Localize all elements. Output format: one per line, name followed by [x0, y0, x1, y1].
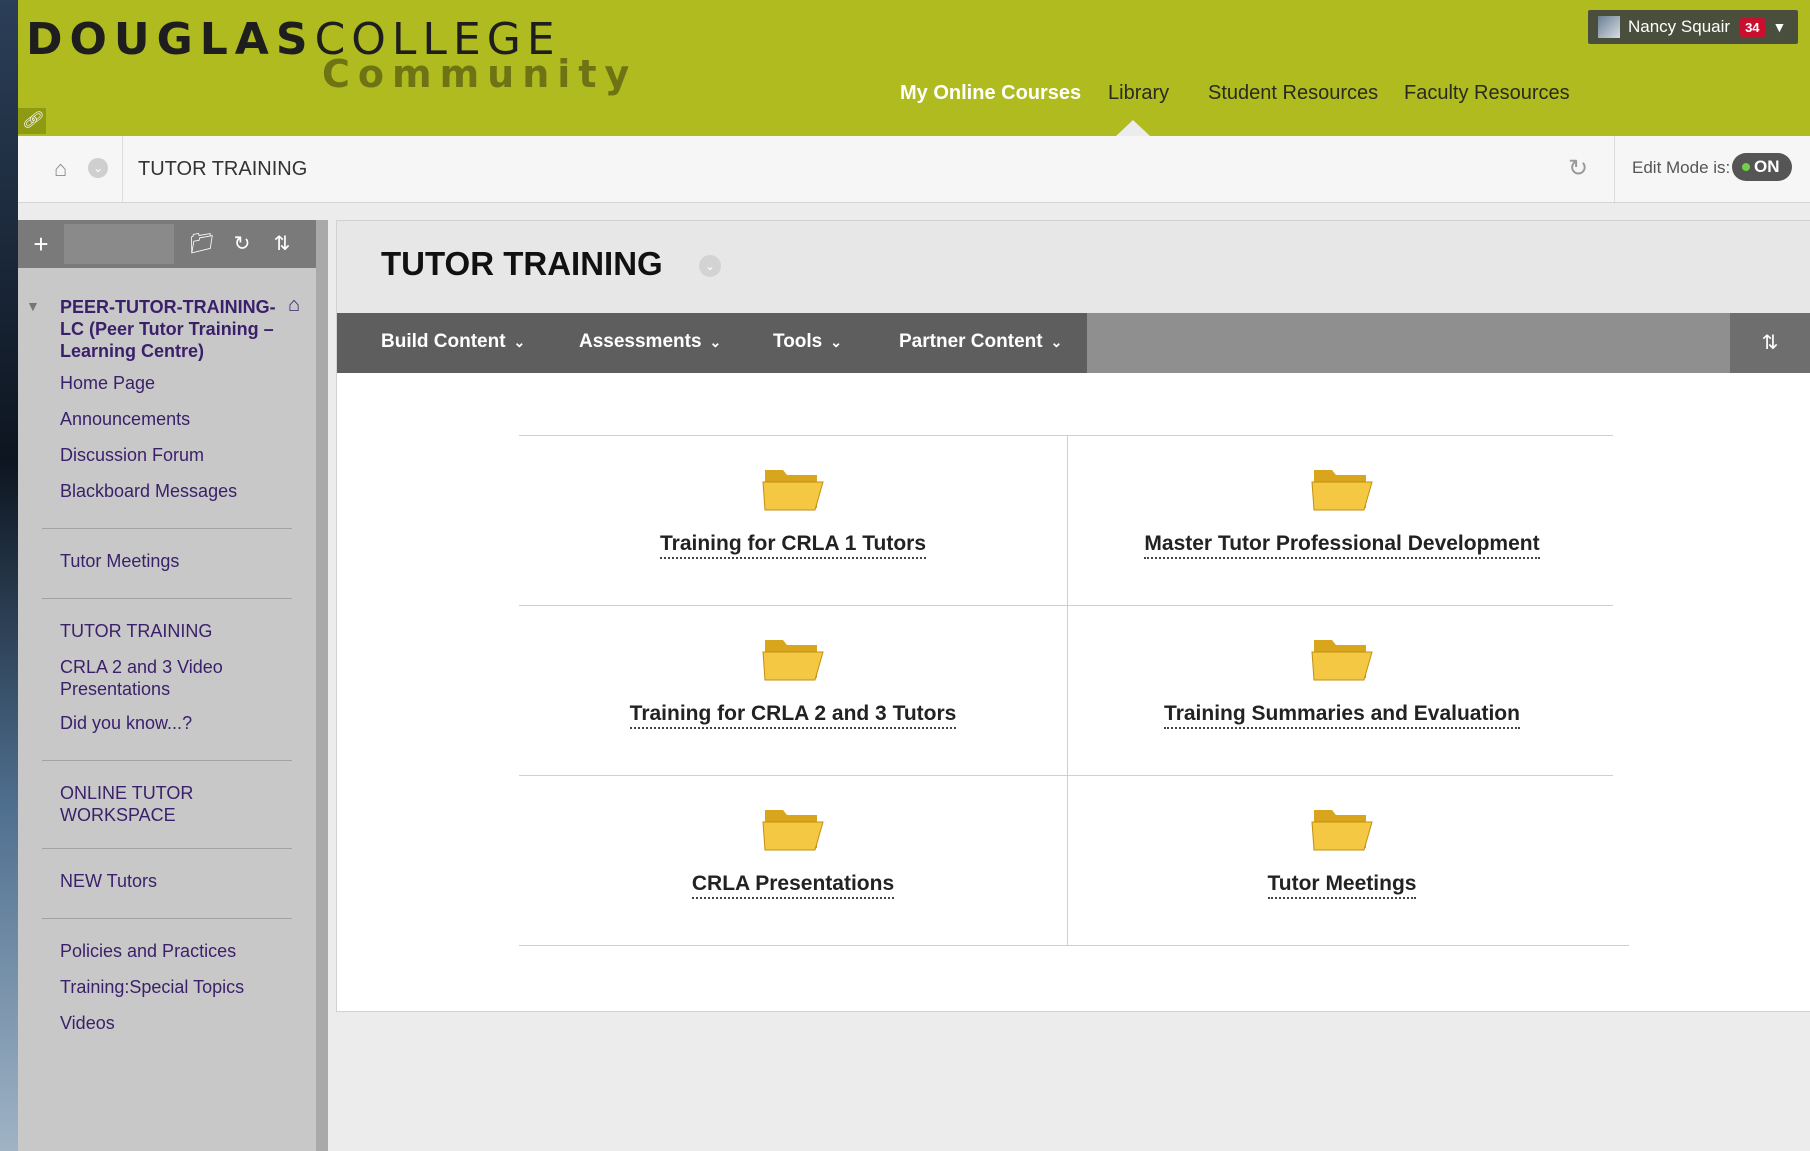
- user-name: Nancy Squair: [1628, 17, 1731, 36]
- build-content-label: Build Content: [381, 331, 506, 352]
- chevron-down-icon[interactable]: ⌄: [88, 158, 108, 178]
- breadcrumb-title[interactable]: TUTOR TRAINING: [138, 158, 307, 181]
- edit-mode-toggle[interactable]: ON: [1732, 153, 1792, 181]
- partner-content-label: Partner Content: [899, 331, 1043, 352]
- folder-link[interactable]: CRLA Presentations: [519, 872, 1067, 899]
- content-area: TUTOR TRAINING ⌄ Build Content ⌄ Assessme…: [336, 220, 1810, 1012]
- course-menu: + 📁︎ ↻ ⇅ ▼ PEER-TUTOR-TRAINING-LC (Peer …: [18, 220, 316, 1151]
- folder-icon: [762, 470, 824, 511]
- toolbar-spacer: [64, 224, 174, 264]
- course-menu-toolbar: + 📁︎ ↻ ⇅: [18, 220, 316, 268]
- sidebar-item-tutor-training[interactable]: TUTOR TRAINING: [60, 620, 290, 642]
- sidebar-divider: [42, 848, 292, 849]
- folder-link-text[interactable]: Training Summaries and Evaluation: [1164, 702, 1520, 729]
- folder-link-text[interactable]: Training for CRLA 2 and 3 Tutors: [629, 702, 957, 729]
- top-navigation: My Online Courses Library Student Resour…: [18, 82, 1810, 112]
- course-title[interactable]: PEER-TUTOR-TRAINING-LC (Peer Tutor Train…: [60, 296, 280, 362]
- sidebar-scrollbar[interactable]: [316, 220, 328, 1151]
- notification-badge[interactable]: 34: [1740, 17, 1765, 37]
- caret-down-icon[interactable]: ▼: [1773, 19, 1787, 35]
- reorder-icon[interactable]: ⇅: [266, 228, 298, 260]
- folder-item[interactable]: CRLA Presentations: [519, 776, 1067, 944]
- folder-link[interactable]: Training for CRLA 1 Tutors: [519, 532, 1067, 559]
- folder-icon: [1311, 470, 1373, 511]
- edit-mode-label: Edit Mode is:: [1632, 158, 1731, 177]
- sidebar-item-crla-video-presentations[interactable]: CRLA 2 and 3 Video Presentations: [60, 656, 290, 700]
- action-bar-menus: Build Content ⌄ Assessments ⌄ Tools ⌄ Partn…: [337, 313, 1087, 373]
- chevron-down-icon[interactable]: ⌄: [699, 255, 721, 277]
- grid-line: [519, 945, 1629, 946]
- sidebar-item-videos[interactable]: Videos: [60, 1012, 290, 1034]
- collapse-caret-icon[interactable]: ▼: [26, 298, 40, 314]
- folder-icon: [1311, 640, 1373, 681]
- build-content-menu[interactable]: Build Content ⌄: [381, 331, 525, 353]
- course-home-icon[interactable]: ⌂: [288, 294, 300, 317]
- page-title: TUTOR TRAINING: [381, 245, 663, 282]
- refresh-icon[interactable]: ↻: [226, 228, 258, 260]
- folder-link-text[interactable]: Training for CRLA 1 Tutors: [660, 532, 926, 559]
- folder-icon: [762, 810, 824, 851]
- chevron-down-icon: ⌄: [1050, 334, 1063, 350]
- folder-link[interactable]: Training Summaries and Evaluation: [1068, 702, 1616, 729]
- folder-view-icon[interactable]: 📁︎: [186, 228, 218, 260]
- sidebar-divider: [42, 598, 292, 599]
- partner-content-menu[interactable]: Partner Content ⌄: [899, 331, 1062, 353]
- status-dot-icon: [1742, 163, 1750, 171]
- logo-bold-text: DOUGLAS: [26, 14, 315, 65]
- edit-mode-value: ON: [1754, 157, 1780, 176]
- assessments-label: Assessments: [579, 331, 702, 352]
- sidebar-item-new-tutors[interactable]: NEW Tutors: [60, 870, 290, 892]
- student-preview-icon[interactable]: ↻: [1560, 154, 1596, 184]
- reorder-icon[interactable]: ⇅: [1730, 313, 1810, 373]
- sidebar-divider: [42, 528, 292, 529]
- tab-student-resources[interactable]: Student Resources: [1208, 82, 1378, 105]
- folder-item[interactable]: Training for CRLA 2 and 3 Tutors: [519, 606, 1067, 774]
- desktop-edge: [0, 0, 18, 1151]
- tools-menu[interactable]: Tools ⌄: [773, 331, 842, 353]
- sidebar-item-discussion-forum[interactable]: Discussion Forum: [60, 444, 290, 466]
- folder-link[interactable]: Master Tutor Professional Development: [1068, 532, 1616, 559]
- sidebar-item-training-special-topics[interactable]: Training:Special Topics: [60, 976, 290, 998]
- sidebar-item-policies-and-practices[interactable]: Policies and Practices: [60, 940, 290, 962]
- sidebar-item-did-you-know[interactable]: Did you know...?: [60, 712, 290, 734]
- folder-item[interactable]: Tutor Meetings: [1068, 776, 1616, 944]
- assessments-menu[interactable]: Assessments ⌄: [579, 331, 721, 353]
- tab-library[interactable]: Library: [1108, 82, 1169, 105]
- sidebar-divider: [42, 918, 292, 919]
- folder-link-text[interactable]: Tutor Meetings: [1267, 872, 1417, 899]
- folder-icon: [1311, 810, 1373, 851]
- tools-label: Tools: [773, 331, 823, 352]
- action-bar: Build Content ⌄ Assessments ⌄ Tools ⌄ Partn…: [337, 313, 1810, 373]
- user-menu[interactable]: Nancy Squair 34 ▼: [1588, 10, 1798, 44]
- folder-item[interactable]: Training for CRLA 1 Tutors: [519, 436, 1067, 604]
- tab-faculty-resources[interactable]: Faculty Resources: [1404, 82, 1570, 105]
- folder-link[interactable]: Tutor Meetings: [1068, 872, 1616, 899]
- home-icon[interactable]: ⌂: [54, 156, 67, 182]
- sidebar-item-online-tutor-workspace[interactable]: ONLINE TUTOR WORKSPACE: [60, 782, 290, 826]
- folder-link[interactable]: Training for CRLA 2 and 3 Tutors: [519, 702, 1067, 729]
- chevron-down-icon: ⌄: [830, 334, 842, 350]
- sidebar-divider: [42, 760, 292, 761]
- browser-page: DOUGLASCOLLEGE Community 🔗︎ Nancy Squair…: [18, 0, 1810, 1151]
- folder-link-text[interactable]: Master Tutor Professional Development: [1144, 532, 1540, 559]
- breadcrumb: ⌂ ⌄ TUTOR TRAINING ↻ Edit Mode is: ON: [18, 136, 1810, 203]
- sidebar-item-blackboard-messages[interactable]: Blackboard Messages: [60, 480, 290, 502]
- tab-my-online-courses[interactable]: My Online Courses: [900, 82, 1081, 105]
- active-tab-indicator: [1116, 120, 1150, 136]
- sidebar-item-home-page[interactable]: Home Page: [60, 372, 290, 394]
- folder-link-text[interactable]: CRLA Presentations: [691, 872, 895, 899]
- folder-item[interactable]: Training Summaries and Evaluation: [1068, 606, 1616, 774]
- site-header: DOUGLASCOLLEGE Community 🔗︎ Nancy Squair…: [18, 0, 1810, 136]
- avatar: [1598, 16, 1620, 38]
- content-header: TUTOR TRAINING ⌄: [337, 221, 1810, 313]
- folder-item[interactable]: Master Tutor Professional Development: [1068, 436, 1616, 604]
- sidebar-item-announcements[interactable]: Announcements: [60, 408, 290, 430]
- divider: [1614, 136, 1615, 202]
- add-menu-item-icon[interactable]: +: [26, 228, 56, 260]
- sidebar-item-tutor-meetings[interactable]: Tutor Meetings: [60, 550, 290, 572]
- chevron-down-icon: ⌄: [709, 334, 722, 350]
- divider: [122, 136, 123, 202]
- chevron-down-icon: ⌄: [513, 334, 526, 350]
- folder-icon: [762, 640, 824, 681]
